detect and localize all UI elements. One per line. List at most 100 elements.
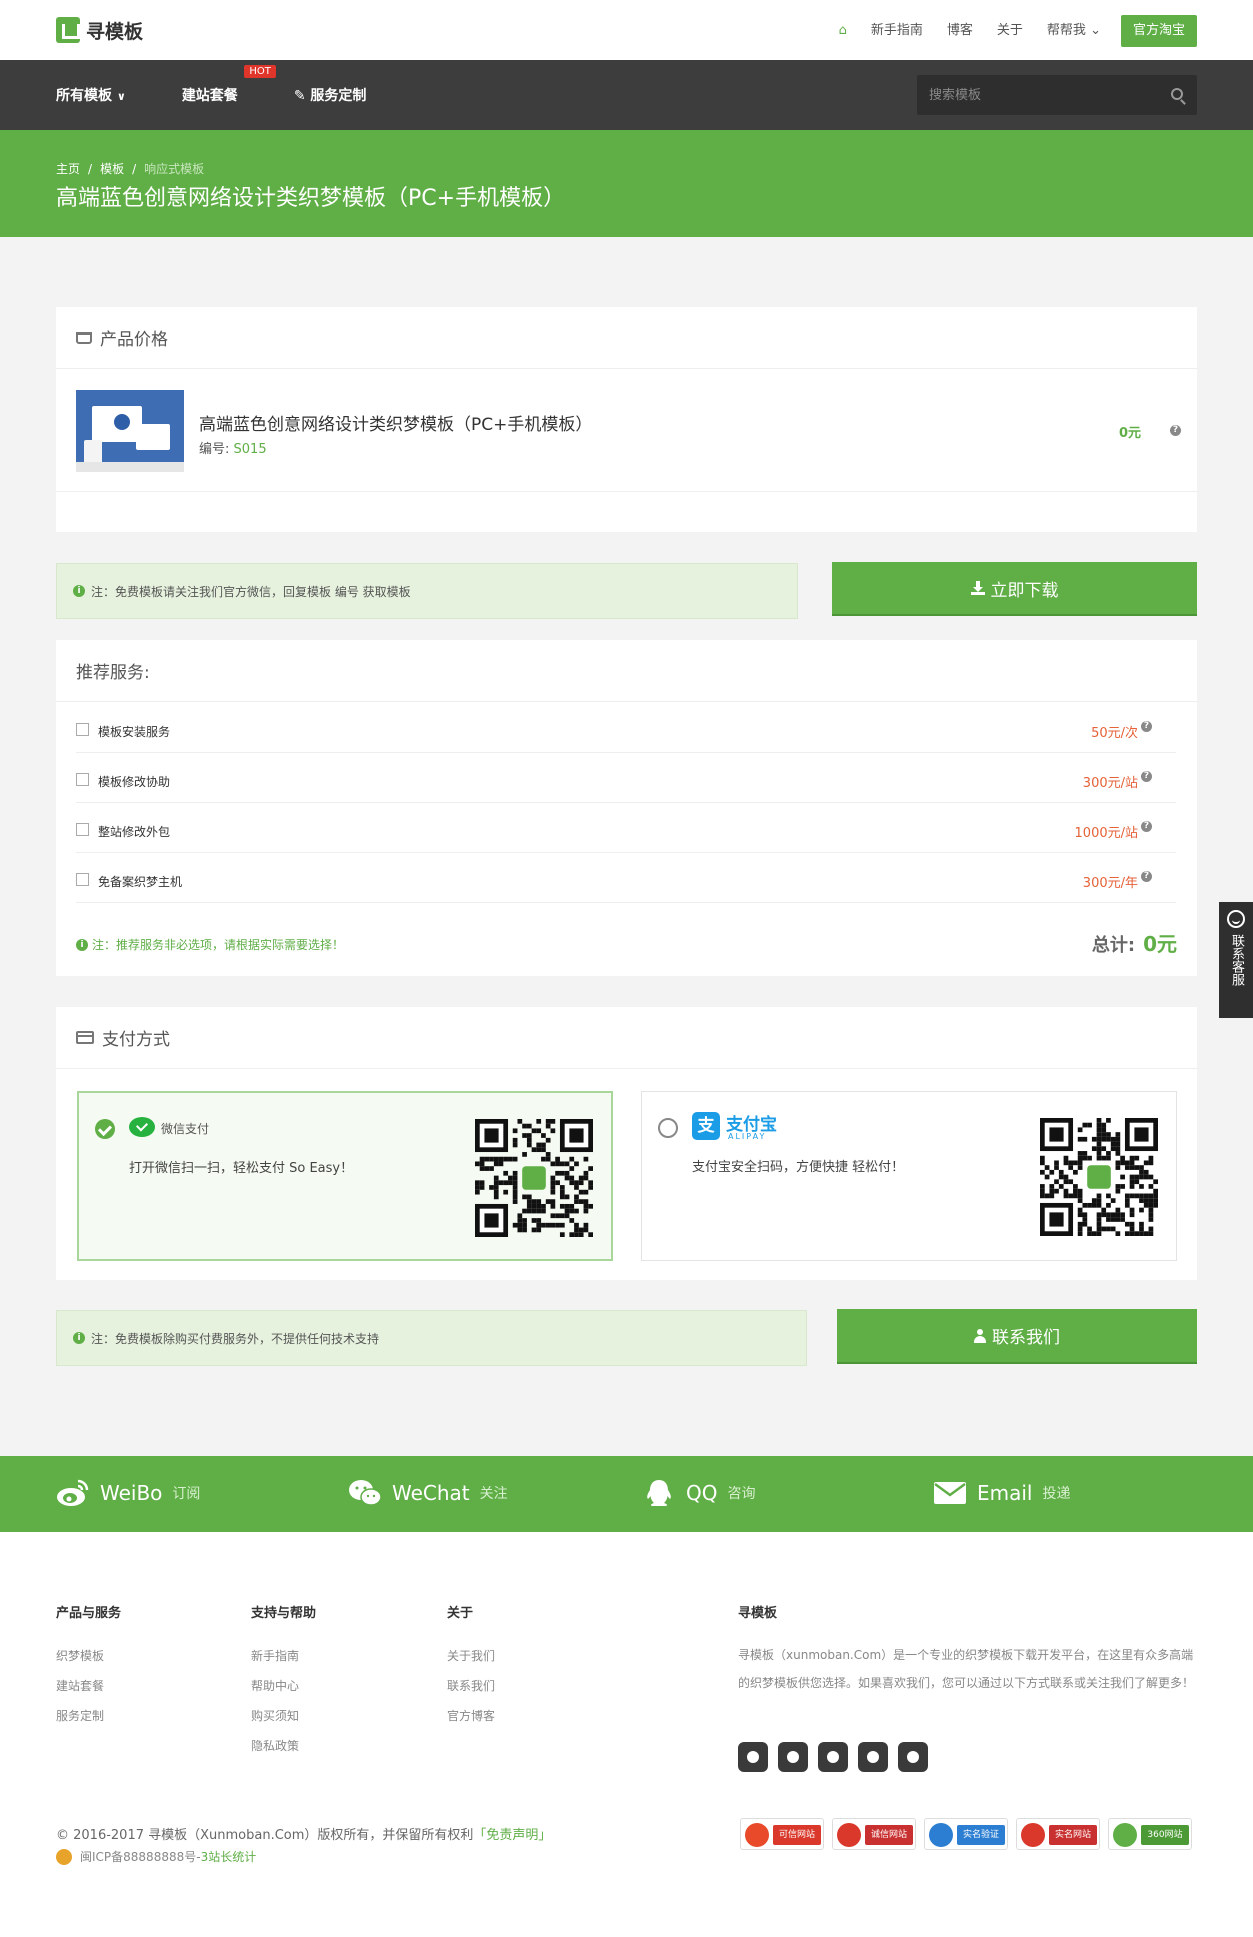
search-input[interactable] [917, 75, 1157, 115]
footer-link[interactable]: 帮助中心 [251, 1671, 316, 1701]
price-panel-title: 产品价格 [100, 330, 168, 350]
phone-icon[interactable] [858, 1742, 888, 1772]
email-icon[interactable] [778, 1742, 808, 1772]
home-icon[interactable]: ⌂ [827, 16, 859, 46]
social-wechat[interactable]: WeChat 关注 [348, 1478, 508, 1508]
icp-text[interactable]: 闽ICP备88888888号- [80, 1850, 201, 1864]
product-row: 高端蓝色创意网络设计类织梦模板（PC+手机模板） 编号: S015 0元 ? [76, 390, 1181, 472]
weibo-icon [57, 1479, 89, 1506]
product-thumbnail[interactable] [76, 390, 184, 472]
topnav-about[interactable]: 关于 [985, 16, 1035, 46]
wechat-icon[interactable] [898, 1742, 928, 1772]
services-panel: 推荐服务: 模板安装服务 50元/次 ? 模板修改协助 300元/站 ? 整站修… [56, 640, 1197, 976]
social-name: WeChat [392, 1481, 470, 1505]
payment-header: 支付方式 [56, 1007, 1197, 1069]
credit-card-icon [76, 1031, 94, 1044]
info-icon: i [73, 1332, 85, 1344]
cert-badge[interactable]: 可信网站 [740, 1818, 824, 1850]
services-note: i 注：推荐服务非必选项，请根据实际需要选择！ [76, 936, 344, 953]
wechat-icon [349, 1480, 382, 1506]
footer-link[interactable]: 联系我们 [447, 1671, 495, 1701]
social-name: Email [977, 1481, 1033, 1505]
question-icon[interactable]: ? [1141, 871, 1152, 882]
download-button[interactable]: 立即下载 [832, 562, 1197, 616]
service-checkbox[interactable] [76, 823, 89, 836]
footer-link[interactable]: 服务定制 [56, 1701, 121, 1731]
alipay-desc: 支付宝安全扫码，方便快捷 轻松付！ [692, 1160, 905, 1175]
service-label: 模板安装服务 [98, 725, 171, 739]
qq-icon[interactable] [818, 1742, 848, 1772]
social-weibo[interactable]: WeiBo 订阅 [56, 1478, 200, 1508]
wechat-pay-icon [129, 1117, 155, 1137]
footer-link[interactable]: 新手指南 [251, 1641, 316, 1671]
topnav-help[interactable]: 帮帮我 ⌄ [1035, 16, 1113, 46]
wechat-radio[interactable] [95, 1119, 115, 1139]
cert-label: 诚信网站 [865, 1825, 913, 1845]
service-checkbox[interactable] [76, 773, 89, 786]
social-name: QQ [686, 1481, 718, 1505]
product-name: 高端蓝色创意网络设计类织梦模板（PC+手机模板） [199, 415, 593, 435]
nav-packages[interactable]: 建站套餐 HOT [181, 65, 276, 105]
email-icon [934, 1482, 966, 1504]
service-price: 300元/年 [1082, 876, 1138, 891]
nav-packages-label: 建站套餐 [181, 88, 238, 104]
footer-social-icons [738, 1742, 928, 1772]
breadcrumb-home[interactable]: 主页 [56, 162, 80, 176]
alipay-radio[interactable] [658, 1118, 678, 1138]
service-checkbox[interactable] [76, 723, 89, 736]
footer-link[interactable]: 关于我们 [447, 1641, 495, 1671]
services-title: 推荐服务: [76, 663, 150, 683]
question-icon[interactable]: ? [1141, 771, 1152, 782]
footer-link[interactable]: 隐私政策 [251, 1731, 316, 1761]
copyright-text: © 2016-2017 寻模板（Xunmoban.Com）版权所有，并保留所有权… [56, 1828, 474, 1843]
service-row[interactable]: 模板安装服务 50元/次 ? [76, 703, 1176, 753]
social-sub: 关注 [479, 1486, 508, 1502]
cert-badge[interactable]: 360网站 [1108, 1818, 1192, 1850]
wechat-qr-code [475, 1119, 593, 1237]
price-panel-header: 产品价格 [56, 307, 1197, 369]
search-icon[interactable] [1171, 88, 1183, 100]
alipay-option[interactable]: 支 支付宝 ALIPAY 支付宝安全扫码，方便快捷 轻松付！ [641, 1091, 1177, 1261]
footer-link[interactable]: 购买须知 [251, 1701, 316, 1731]
service-row[interactable]: 整站修改外包 1000元/站 ? [76, 803, 1176, 853]
chevron-down-icon: ⌄ [1090, 23, 1101, 38]
logo[interactable]: 寻模板 [56, 14, 143, 46]
top-nav: ⌂ 新手指南 博客 关于 帮帮我 ⌄ 官方淘宝 [827, 15, 1197, 47]
footer-link[interactable]: 织梦模板 [56, 1641, 121, 1671]
contact-button[interactable]: 联系我们 [837, 1309, 1197, 1364]
question-icon[interactable]: ? [1141, 721, 1152, 732]
footer-link[interactable]: 官方博客 [447, 1701, 495, 1731]
service-row[interactable]: 免备案织梦主机 300元/年 ? [76, 853, 1176, 903]
question-icon[interactable]: ? [1170, 425, 1181, 436]
service-label: 整站修改外包 [98, 825, 171, 839]
social-email[interactable]: Email 投递 [933, 1478, 1071, 1508]
topnav-blog[interactable]: 博客 [935, 16, 985, 46]
question-icon[interactable]: ? [1141, 821, 1152, 832]
service-row[interactable]: 模板修改协助 300元/站 ? [76, 753, 1176, 803]
copyright: © 2016-2017 寻模板（Xunmoban.Com）版权所有，并保留所有权… [56, 1824, 551, 1843]
download-button-label: 立即下载 [990, 580, 1059, 601]
footer: 产品与服务 织梦模板 建站套餐 服务定制 支持与帮助 新手指南 帮助中心 购买须… [0, 1532, 1253, 1937]
main-nav: 所有模板 ∨ 建站套餐 HOT ✎ 服务定制 [0, 60, 1253, 130]
breadcrumb-templates[interactable]: 模板 [100, 162, 124, 176]
cert-badge[interactable]: 实名网站 [1016, 1818, 1100, 1850]
nav-all-templates[interactable]: 所有模板 ∨ [56, 85, 126, 105]
stats-link[interactable]: 3站长统计 [201, 1850, 257, 1864]
cert-badge[interactable]: 实名验证 [924, 1818, 1008, 1850]
disclaimer-link[interactable]: 「免责声明」 [473, 1828, 551, 1843]
service-checkbox[interactable] [76, 873, 89, 886]
footer-col-support: 支持与帮助 新手指南 帮助中心 购买须知 隐私政策 [251, 1602, 316, 1761]
customer-service-tab[interactable]: 联系客服 [1219, 902, 1253, 1018]
nav-custom-service[interactable]: ✎ 服务定制 [294, 85, 367, 105]
cert-badge[interactable]: 诚信网站 [832, 1818, 916, 1850]
product-code: 编号: S015 [199, 438, 267, 457]
wechat-pay-option[interactable]: 微信支付 打开微信扫一扫，轻松支付 So Easy！ [77, 1091, 613, 1261]
footer-link[interactable]: 建站套餐 [56, 1671, 121, 1701]
taobao-shop-button[interactable]: 官方淘宝 [1120, 15, 1197, 47]
breadcrumb: 主页 / 模板 / 响应式模板 [56, 162, 205, 176]
social-qq[interactable]: QQ 咨询 [642, 1478, 755, 1508]
services-note-text: 注：推荐服务非必选项，请根据实际需要选择！ [92, 938, 345, 952]
contact-button-label: 联系我们 [992, 1328, 1060, 1348]
weibo-icon[interactable] [738, 1742, 768, 1772]
topnav-guide[interactable]: 新手指南 [859, 16, 935, 46]
